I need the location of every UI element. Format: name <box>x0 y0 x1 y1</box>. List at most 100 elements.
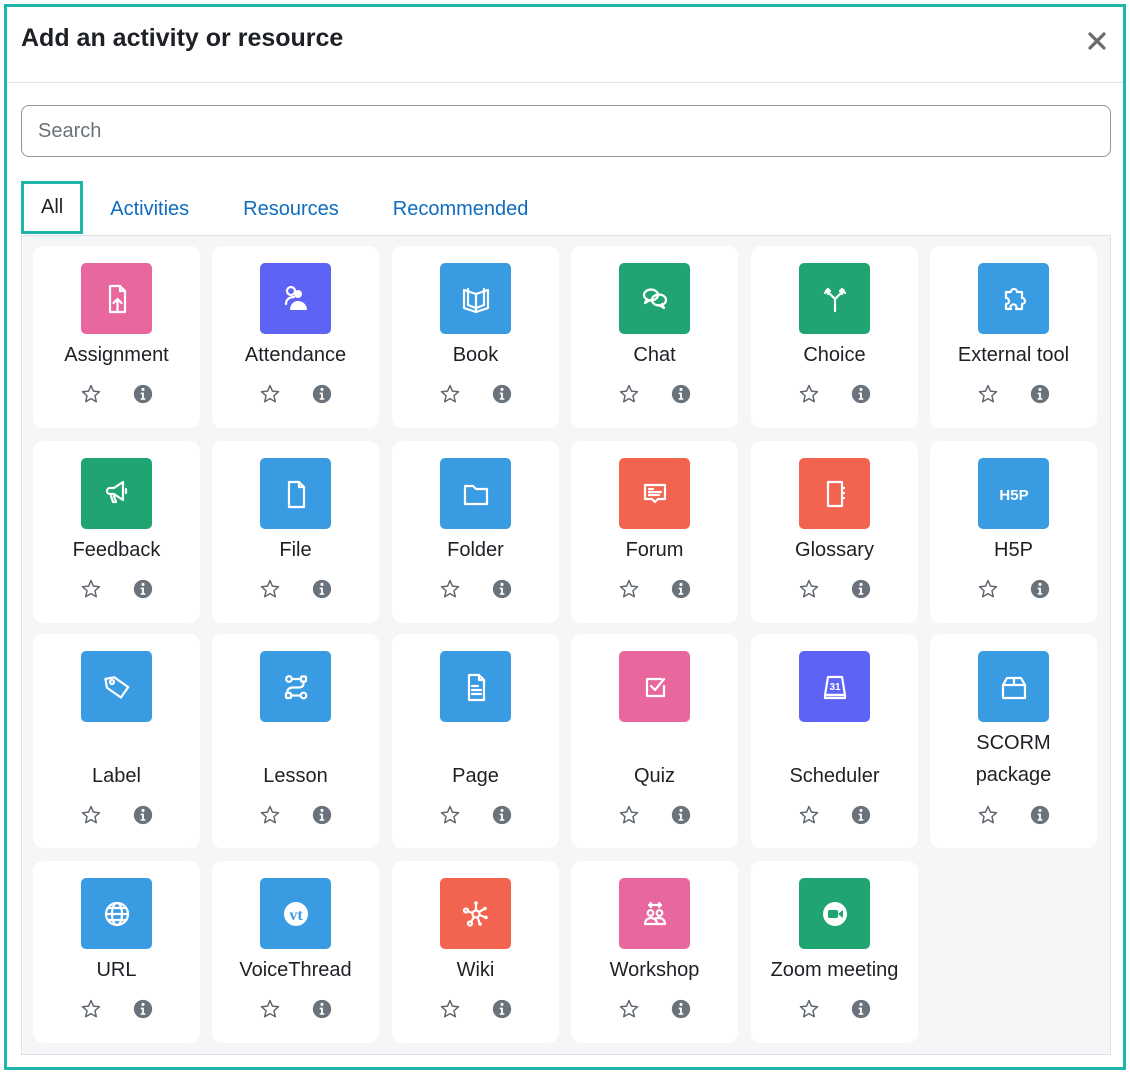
star-outline-icon <box>80 998 102 1025</box>
activity-card-wiki[interactable]: Wiki <box>392 861 559 1043</box>
info-button[interactable] <box>1028 805 1052 829</box>
activity-card-workshop[interactable]: Workshop <box>571 861 738 1043</box>
star-button[interactable] <box>976 805 1000 829</box>
info-button[interactable] <box>1028 384 1052 408</box>
info-button[interactable] <box>669 579 693 603</box>
info-button[interactable] <box>131 999 155 1023</box>
info-circle-icon <box>132 383 154 410</box>
star-button[interactable] <box>79 384 103 408</box>
activity-card-quiz[interactable]: Quiz <box>571 634 738 848</box>
star-button[interactable] <box>438 805 462 829</box>
activity-card-glossary[interactable]: Glossary <box>751 441 918 623</box>
star-button[interactable] <box>797 579 821 603</box>
close-button[interactable] <box>1085 29 1109 53</box>
info-button[interactable] <box>131 384 155 408</box>
star-button[interactable] <box>79 999 103 1023</box>
puzzle-icon <box>978 263 1049 334</box>
info-button[interactable] <box>669 805 693 829</box>
info-circle-icon <box>670 804 692 831</box>
star-button[interactable] <box>617 579 641 603</box>
star-button[interactable] <box>258 999 282 1023</box>
star-button[interactable] <box>617 999 641 1023</box>
activity-name: External tool <box>957 344 1070 366</box>
activity-actions <box>571 805 738 829</box>
activity-card-label[interactable]: Label <box>33 634 200 848</box>
activity-card-lesson[interactable]: Lesson <box>212 634 379 848</box>
activity-actions <box>751 805 918 829</box>
info-button[interactable] <box>490 579 514 603</box>
activity-card-url[interactable]: URL <box>33 861 200 1043</box>
star-outline-icon <box>439 804 461 831</box>
tab-resources[interactable]: Resources <box>220 181 362 237</box>
star-button[interactable] <box>976 384 1000 408</box>
activity-actions <box>571 384 738 408</box>
activity-card-zoom-meeting[interactable]: Zoom meeting <box>751 861 918 1043</box>
star-button[interactable] <box>79 805 103 829</box>
activity-card-scheduler[interactable]: 31 Scheduler <box>751 634 918 848</box>
info-button[interactable] <box>849 579 873 603</box>
activity-actions <box>930 805 1097 829</box>
activity-card-page[interactable]: Page <box>392 634 559 848</box>
info-button[interactable] <box>849 805 873 829</box>
star-outline-icon <box>259 383 281 410</box>
star-button[interactable] <box>438 384 462 408</box>
star-outline-icon <box>798 998 820 1025</box>
activity-card-choice[interactable]: Choice <box>751 246 918 428</box>
activity-actions <box>751 999 918 1023</box>
info-button[interactable] <box>849 384 873 408</box>
search-input[interactable] <box>21 105 1111 157</box>
star-button[interactable] <box>617 805 641 829</box>
activity-card-book[interactable]: Book <box>392 246 559 428</box>
activity-name: VoiceThread <box>239 959 352 981</box>
activity-card-chat[interactable]: Chat <box>571 246 738 428</box>
activity-name: Assignment <box>64 344 169 366</box>
info-button[interactable] <box>849 999 873 1023</box>
info-button[interactable] <box>669 999 693 1023</box>
activity-card-h5p[interactable]: H5P H5P <box>930 441 1097 623</box>
info-button[interactable] <box>310 384 334 408</box>
star-button[interactable] <box>258 805 282 829</box>
star-button[interactable] <box>438 579 462 603</box>
info-button[interactable] <box>310 999 334 1023</box>
star-outline-icon <box>80 804 102 831</box>
activity-card-external-tool[interactable]: External tool <box>930 246 1097 428</box>
activity-card-assignment[interactable]: Assignment <box>33 246 200 428</box>
star-button[interactable] <box>617 384 641 408</box>
info-button[interactable] <box>310 579 334 603</box>
activity-card-file[interactable]: File <box>212 441 379 623</box>
info-circle-icon <box>850 804 872 831</box>
star-button[interactable] <box>438 999 462 1023</box>
activity-name: Forum <box>625 539 684 561</box>
dialog-title: Add an activity or resource <box>21 24 344 52</box>
info-button[interactable] <box>490 805 514 829</box>
info-button[interactable] <box>1028 579 1052 603</box>
star-button[interactable] <box>797 384 821 408</box>
activity-card-folder[interactable]: Folder <box>392 441 559 623</box>
activity-card-voicethread[interactable]: vt VoiceThread <box>212 861 379 1043</box>
tab-recommended[interactable]: Recommended <box>370 181 552 237</box>
activity-name: URL <box>96 959 137 981</box>
activity-actions <box>571 999 738 1023</box>
info-circle-icon <box>670 578 692 605</box>
info-button[interactable] <box>490 999 514 1023</box>
activity-card-feedback[interactable]: Feedback <box>33 441 200 623</box>
star-button[interactable] <box>79 579 103 603</box>
info-button[interactable] <box>131 805 155 829</box>
star-button[interactable] <box>797 805 821 829</box>
activity-actions <box>392 999 559 1023</box>
star-outline-icon <box>798 383 820 410</box>
star-button[interactable] <box>797 999 821 1023</box>
info-button[interactable] <box>490 384 514 408</box>
star-button[interactable] <box>976 579 1000 603</box>
activity-card-scorm-package[interactable]: SCORM package <box>930 634 1097 848</box>
info-button[interactable] <box>669 384 693 408</box>
tab-all[interactable]: All <box>21 181 84 234</box>
star-button[interactable] <box>258 579 282 603</box>
star-button[interactable] <box>258 384 282 408</box>
activity-card-forum[interactable]: Forum <box>571 441 738 623</box>
activity-card-attendance[interactable]: Attendance <box>212 246 379 428</box>
tab-activities[interactable]: Activities <box>87 181 212 237</box>
info-button[interactable] <box>131 579 155 603</box>
star-outline-icon <box>798 804 820 831</box>
info-button[interactable] <box>310 805 334 829</box>
